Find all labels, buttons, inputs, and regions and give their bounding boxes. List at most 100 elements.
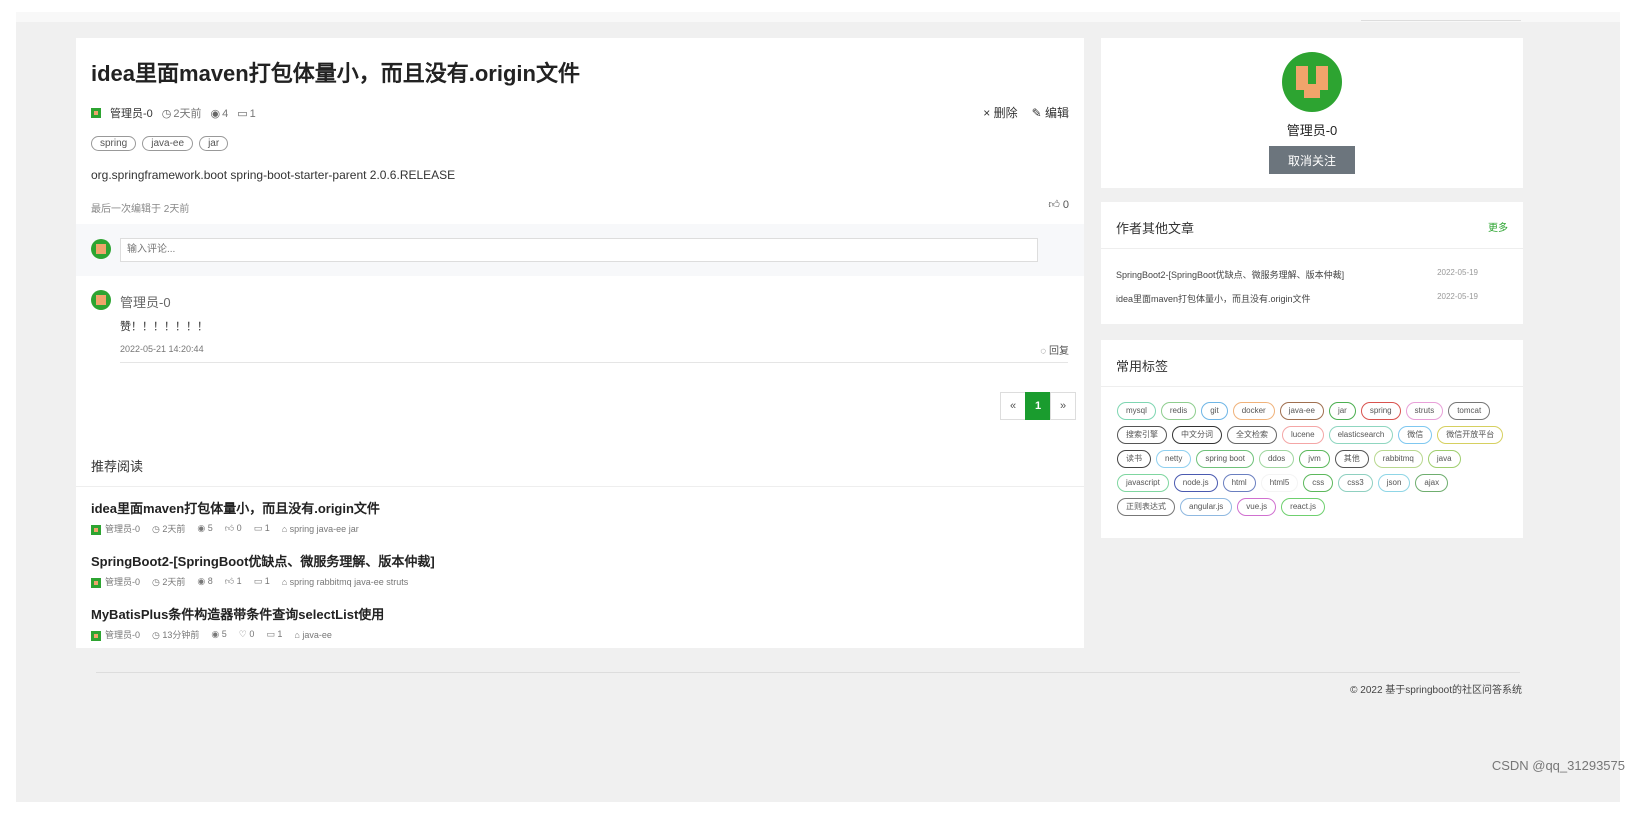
- page-prev[interactable]: «: [1000, 392, 1026, 420]
- tag-cloud-item[interactable]: redis: [1160, 402, 1197, 420]
- tag-cloud-item[interactable]: javascript: [1117, 474, 1169, 492]
- recommend-item: idea里面maven打包体量小，而且没有.origin文件 管理员-0 ◷ 2…: [91, 498, 380, 535]
- tag-cloud-item[interactable]: json: [1377, 474, 1411, 492]
- tag-cloud-item[interactable]: mysql: [1117, 402, 1156, 420]
- footer-copyright: © 2022 基于springboot的社区问答系统: [1350, 685, 1522, 696]
- tag-cloud-item[interactable]: jar: [1328, 402, 1356, 420]
- tag-cloud-item[interactable]: vue.js: [1237, 498, 1277, 516]
- delete-button[interactable]: × 删除: [983, 104, 1017, 121]
- tag-cloud-item[interactable]: 微信开放平台: [1437, 426, 1504, 444]
- other-article-item[interactable]: idea里面maven打包体量小，而且没有.origin文件 2022-05-1…: [1116, 292, 1508, 305]
- like-button[interactable]: 👍︎ 0: [1048, 198, 1069, 211]
- tag-cloud-item[interactable]: 微信: [1398, 426, 1433, 444]
- article-views-meta: ◉ 4: [211, 107, 229, 120]
- edit-label: 编辑: [1044, 106, 1069, 120]
- comment-icon: ▭: [253, 523, 265, 533]
- tag-cloud-item[interactable]: 搜索引擎: [1117, 426, 1167, 444]
- tag-cloud-item[interactable]: jvm: [1299, 450, 1330, 468]
- recommend-author: 管理员-0: [91, 628, 140, 641]
- recommend-views-value: 5: [207, 523, 213, 533]
- reply-button[interactable]: ◌ 回复: [1040, 342, 1069, 357]
- tag-cloud-item[interactable]: html5: [1260, 474, 1299, 492]
- comment-icon: ▭: [237, 107, 248, 120]
- tag-cloud-item[interactable]: react.js: [1281, 498, 1325, 516]
- article-tag[interactable]: spring: [91, 136, 137, 151]
- tag-cloud-item[interactable]: lucene: [1282, 426, 1324, 444]
- tag-cloud-item[interactable]: docker: [1232, 402, 1275, 420]
- recommend-tags: ⌂ spring java-ee jar: [282, 524, 359, 534]
- article-author[interactable]: 管理员-0: [110, 105, 153, 121]
- tag-cloud-title: 常用标签: [1116, 359, 1169, 374]
- recommend-views: ◉ 5: [197, 523, 212, 534]
- article-comments: 1: [249, 107, 256, 120]
- thumbs-up-icon: 👍︎: [224, 523, 237, 533]
- tag-cloud-item[interactable]: netty: [1156, 450, 1192, 468]
- article-card: idea里面maven打包体量小，而且没有.origin文件 管理员-0 ◷ 2天…: [76, 38, 1084, 444]
- recommend-item: MyBatisPlus条件构造器带条件查询selectList使用 管理员-0 …: [91, 604, 384, 641]
- eye-icon: ◉: [197, 523, 208, 533]
- tag-cloud-item[interactable]: 读书: [1117, 450, 1151, 468]
- tag-cloud-item[interactable]: java-ee: [1279, 402, 1324, 420]
- recommend-item-title[interactable]: MyBatisPlus条件构造器带条件查询selectList使用: [91, 604, 384, 623]
- close-icon: ×: [983, 106, 994, 120]
- recommend-likes-value: 1: [236, 576, 242, 586]
- like-count: 0: [1062, 199, 1069, 211]
- edit-icon: ✎: [1031, 106, 1045, 120]
- tag-cloud-item[interactable]: struts: [1405, 402, 1444, 420]
- author-avatar: [91, 630, 101, 641]
- thumbs-up-icon: 👍︎: [224, 576, 237, 586]
- author-avatar: [91, 524, 101, 535]
- recommend-comments-value: 1: [264, 523, 270, 533]
- article-actions: × 删除 ✎ 编辑: [983, 104, 1069, 121]
- tag-cloud-item[interactable]: ddos: [1258, 450, 1295, 468]
- recommend-item-meta: 管理员-0 ◷ 2天前 ◉ 8 👍︎ 1 ▭ 1 ⌂ spring rabbit…: [91, 575, 435, 588]
- tag-cloud-item[interactable]: html: [1222, 474, 1256, 492]
- recommend-time: ◷ 2天前: [152, 575, 185, 588]
- recommend-views-value: 5: [221, 629, 227, 639]
- article-tag[interactable]: jar: [199, 136, 229, 151]
- other-articles-divider: [1101, 248, 1523, 249]
- recommend-author-name: 管理员-0: [105, 630, 141, 640]
- article-tag[interactable]: java-ee: [142, 136, 194, 151]
- more-link[interactable]: 更多: [1488, 219, 1508, 234]
- recommend-author: 管理员-0: [91, 575, 140, 588]
- comment-author[interactable]: 管理员-0: [120, 292, 171, 311]
- profile-card: 管理员-0 取消关注: [1101, 38, 1523, 188]
- tag-cloud-item[interactable]: node.js: [1173, 474, 1218, 492]
- recommend-comments: ▭ 1: [266, 629, 282, 640]
- tag-cloud-item[interactable]: rabbitmq: [1373, 450, 1423, 468]
- recommend-time-value: 2天前: [162, 577, 186, 587]
- tag-cloud-item[interactable]: css3: [1338, 474, 1373, 492]
- tag-cloud-item[interactable]: tomcat: [1448, 402, 1491, 420]
- page-current[interactable]: 1: [1025, 392, 1051, 420]
- other-articles-card: 作者其他文章 更多 SpringBoot2-[SpringBoot优缺点、微服务…: [1101, 202, 1523, 324]
- tag-cloud-item[interactable]: ajax: [1415, 474, 1449, 492]
- recommend-tags-value: spring java-ee jar: [289, 523, 359, 534]
- tag-cloud-item[interactable]: spring: [1360, 402, 1401, 420]
- tag-cloud-item[interactable]: 其他: [1334, 450, 1369, 468]
- recommend-views-value: 8: [207, 576, 213, 586]
- page-next[interactable]: »: [1050, 392, 1076, 420]
- tag-cloud-item[interactable]: css: [1303, 474, 1334, 492]
- comment-time: 2022-05-21 14:20:44: [120, 344, 204, 354]
- other-article-item[interactable]: SpringBoot2-[SpringBoot优缺点、微服务理解、版本仲裁] 2…: [1116, 268, 1508, 281]
- tag-cloud-item[interactable]: 中文分词: [1172, 426, 1222, 444]
- edit-button[interactable]: ✎ 编辑: [1032, 104, 1069, 121]
- recommend-author-name: 管理员-0: [105, 524, 141, 534]
- tag-cloud-item[interactable]: spring boot: [1196, 450, 1254, 468]
- unfollow-button[interactable]: 取消关注: [1269, 146, 1355, 174]
- comment-input[interactable]: [120, 238, 1038, 262]
- tag-cloud-item[interactable]: elasticsearch: [1328, 426, 1394, 444]
- thumbs-up-icon: 👍︎: [1048, 199, 1063, 211]
- tag-cloud-item[interactable]: 正则表达式: [1117, 498, 1175, 516]
- recommend-item-title[interactable]: SpringBoot2-[SpringBoot优缺点、微服务理解、版本仲裁]: [91, 551, 435, 570]
- recommend-tags-value: java-ee: [302, 629, 332, 640]
- recommend-item-title[interactable]: idea里面maven打包体量小，而且没有.origin文件: [91, 498, 380, 517]
- tag-cloud-item[interactable]: git: [1201, 402, 1228, 420]
- tag-cloud-item[interactable]: 全文检索: [1227, 426, 1277, 444]
- tag-cloud-item[interactable]: java: [1427, 450, 1461, 468]
- tag-icon: ⌂: [281, 576, 290, 587]
- tag-cloud-item[interactable]: angular.js: [1180, 498, 1233, 516]
- current-user-avatar: [91, 239, 111, 259]
- recommend-time: ◷ 2天前: [152, 522, 185, 535]
